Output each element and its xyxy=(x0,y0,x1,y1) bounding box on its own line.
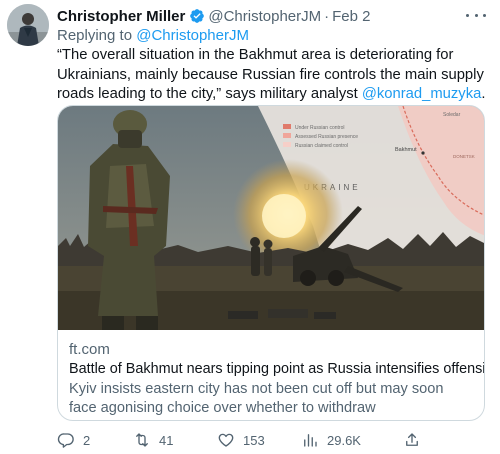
card-description: Kyiv insists eastern city has not been c… xyxy=(69,381,444,416)
card-title: Battle of Bakhmut nears tipping point as… xyxy=(69,361,485,377)
action-bar: 2 41 153 29.6K xyxy=(57,430,487,450)
tweet-text: “The overall situation in the Bakhmut ar… xyxy=(57,46,495,105)
share-icon xyxy=(403,431,421,449)
tweet-text-end: . xyxy=(481,86,486,102)
reply-button[interactable]: 2 xyxy=(57,430,90,450)
retweet-icon xyxy=(133,431,151,449)
share-button[interactable] xyxy=(403,430,421,450)
map-region-label: Soledar xyxy=(443,112,461,118)
author-handle[interactable]: @ChristopherJM xyxy=(208,8,321,25)
author-name[interactable]: Christopher Miller xyxy=(57,8,185,25)
map-region-label: DONETSK xyxy=(453,154,475,159)
views-button[interactable]: 29.6K xyxy=(301,430,361,450)
retweet-button[interactable]: 41 xyxy=(133,430,173,450)
replying-to: Replying to @ChristopherJM xyxy=(57,27,249,44)
map-legend-item: Under Russian control xyxy=(295,125,344,131)
map-legend-item: Assessed Russian presence xyxy=(295,134,358,140)
link-card[interactable]: Under Russian control Assessed Russian p… xyxy=(57,105,485,421)
avatar[interactable] xyxy=(7,4,49,46)
analytics-icon xyxy=(301,431,319,449)
separator-dot: · xyxy=(324,7,330,25)
reply-icon xyxy=(57,431,75,449)
map-legend-item: Russian claimed control xyxy=(295,143,348,149)
tweet-header: Christopher Miller @ChristopherJM · Feb … xyxy=(57,6,370,26)
tweet[interactable]: Christopher Miller @ChristopherJM · Feb … xyxy=(0,0,500,454)
retweet-count: 41 xyxy=(159,432,174,448)
map-city-label: Bakhmut xyxy=(395,147,417,153)
reply-to-link[interactable]: @ChristopherJM xyxy=(136,27,249,44)
like-button[interactable]: 153 xyxy=(217,430,265,450)
verified-badge-icon xyxy=(189,8,205,24)
like-count: 153 xyxy=(243,432,265,448)
views-count: 29.6K xyxy=(327,432,361,448)
heart-icon xyxy=(217,431,235,449)
tweet-date[interactable]: Feb 2 xyxy=(332,8,370,25)
mention-link[interactable]: @konrad_muzyka xyxy=(362,86,481,102)
card-image[interactable]: Under Russian control Assessed Russian p… xyxy=(58,106,484,330)
reply-count: 2 xyxy=(83,432,91,448)
card-domain: ft.com xyxy=(69,341,110,358)
more-dots-icon[interactable] xyxy=(466,8,486,22)
reply-prefix: Replying to xyxy=(57,27,133,44)
